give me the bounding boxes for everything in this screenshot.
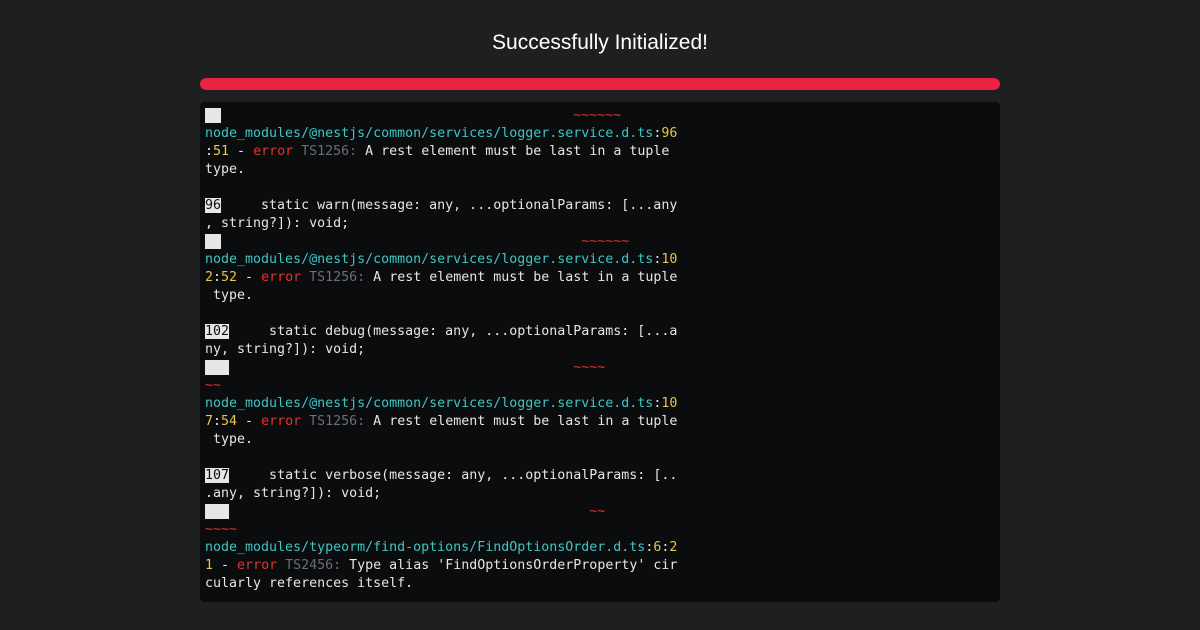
line-number-gutter: 102 xyxy=(205,324,230,339)
terminal-text: type. xyxy=(205,288,254,303)
terminal-output[interactable]: ~~~~~~ node_modules/@nestjs/common/servic… xyxy=(200,102,1000,602)
terminal-line: 107 static verbose(message: any, ...opti… xyxy=(205,467,685,485)
terminal-text: - xyxy=(237,270,262,285)
terminal-line: ~~~~~~ xyxy=(205,107,685,125)
terminal-text: ~~ xyxy=(205,378,222,393)
terminal-text: ~~ xyxy=(229,504,606,519)
terminal-line: node_modules/@nestjs/common/services/log… xyxy=(205,251,685,269)
terminal-line: ~~~~ xyxy=(205,359,685,377)
terminal-text: 52 xyxy=(221,270,238,285)
progress-bar-fill xyxy=(200,78,1000,90)
terminal-text: : xyxy=(213,270,222,285)
line-number-gutter xyxy=(205,360,230,375)
terminal-text: - xyxy=(237,414,262,429)
terminal-text: type. xyxy=(205,162,246,177)
terminal-text: 10 xyxy=(661,396,678,411)
line-number-gutter xyxy=(205,234,222,249)
terminal-text: static debug(message: any, ...optionalPa… xyxy=(229,324,678,339)
terminal-text: A rest element must be last in a tuple xyxy=(357,144,670,159)
terminal-text: error xyxy=(261,270,302,285)
terminal-text: TS1256: xyxy=(309,270,366,285)
terminal-text: 7 xyxy=(205,414,214,429)
terminal-text: : xyxy=(213,414,222,429)
terminal-text: .any, string?]): void; xyxy=(205,486,382,501)
terminal-text: 1 xyxy=(205,558,214,573)
terminal-lines: ~~~~~~ node_modules/@nestjs/common/servic… xyxy=(205,107,685,593)
terminal-line: ~~ xyxy=(205,377,685,395)
terminal-text: - xyxy=(229,144,254,159)
terminal-line: 96 static warn(message: any, ...optional… xyxy=(205,197,685,215)
terminal-text: ~~~~ xyxy=(205,522,238,537)
terminal-text: error xyxy=(253,144,294,159)
terminal-text: 54 xyxy=(221,414,238,429)
terminal-line: ~~~~~~ xyxy=(205,233,685,251)
terminal-text: 2 xyxy=(205,270,214,285)
progress-bar xyxy=(200,78,1000,90)
terminal-text: 51 xyxy=(213,144,230,159)
terminal-text: TS2456: xyxy=(285,558,342,573)
line-number-gutter: 107 xyxy=(205,468,230,483)
terminal-text: ~~~~ xyxy=(229,360,606,375)
terminal-text: static warn(message: any, ...optionalPar… xyxy=(221,198,678,213)
terminal-line: 2:52 - error TS1256: A rest element must… xyxy=(205,269,685,287)
terminal-line: 102 static debug(message: any, ...option… xyxy=(205,323,685,341)
terminal-line: node_modules/@nestjs/common/services/log… xyxy=(205,395,685,413)
terminal-text: A rest element must be last in a tuple xyxy=(365,270,678,285)
terminal-text: error xyxy=(261,414,302,429)
terminal-line: :51 - error TS1256: A rest element must … xyxy=(205,143,685,161)
terminal-line: type. xyxy=(205,161,685,179)
terminal-text: node_modules/typeorm/find-options/FindOp… xyxy=(205,540,646,555)
terminal-text: A rest element must be last in a tuple xyxy=(365,414,678,429)
terminal-line: type. xyxy=(205,287,685,305)
terminal-line: cularly references itself. xyxy=(205,575,685,593)
line-number-gutter: 96 xyxy=(205,198,222,213)
terminal-text: type. xyxy=(205,432,254,447)
terminal-line: 7:54 - error TS1256: A rest element must… xyxy=(205,413,685,431)
terminal-text: Type alias 'FindOptionsOrderProperty' ci… xyxy=(341,558,678,573)
terminal-line: ~~~~ xyxy=(205,521,685,539)
terminal-text: ny, string?]): void; xyxy=(205,342,366,357)
line-number-gutter xyxy=(205,504,230,519)
terminal-text: , string?]): void; xyxy=(205,216,350,231)
terminal-text: TS1256: xyxy=(309,414,366,429)
terminal-text: node_modules/@nestjs/common/services/log… xyxy=(205,252,654,267)
terminal-line: ~~ xyxy=(205,503,685,521)
terminal-line: node_modules/@nestjs/common/services/log… xyxy=(205,125,685,143)
terminal-line: , string?]): void; xyxy=(205,215,685,233)
line-number-gutter xyxy=(205,108,222,123)
terminal-text: cularly references itself. xyxy=(205,576,414,591)
terminal-text: ~~~~~~ xyxy=(221,108,622,123)
terminal-text: 96 xyxy=(661,126,678,141)
terminal-text: ~~~~~~ xyxy=(221,234,630,249)
terminal-text: node_modules/@nestjs/common/services/log… xyxy=(205,126,654,141)
terminal-text: : xyxy=(205,144,214,159)
terminal-text: 2 xyxy=(669,540,678,555)
terminal-text: error xyxy=(237,558,278,573)
terminal-text: - xyxy=(213,558,238,573)
terminal-line: node_modules/typeorm/find-options/FindOp… xyxy=(205,539,685,557)
terminal-line: .any, string?]): void; xyxy=(205,485,685,503)
terminal-text: TS1256: xyxy=(301,144,358,159)
terminal-line: type. xyxy=(205,431,685,449)
terminal-text: 10 xyxy=(661,252,678,267)
terminal-text: static verbose(message: any, ...optional… xyxy=(229,468,678,483)
terminal-line: 1 - error TS2456: Type alias 'FindOption… xyxy=(205,557,685,575)
page-title: Successfully Initialized! xyxy=(492,31,708,54)
terminal-text: node_modules/@nestjs/common/services/log… xyxy=(205,396,654,411)
terminal-line: ny, string?]): void; xyxy=(205,341,685,359)
